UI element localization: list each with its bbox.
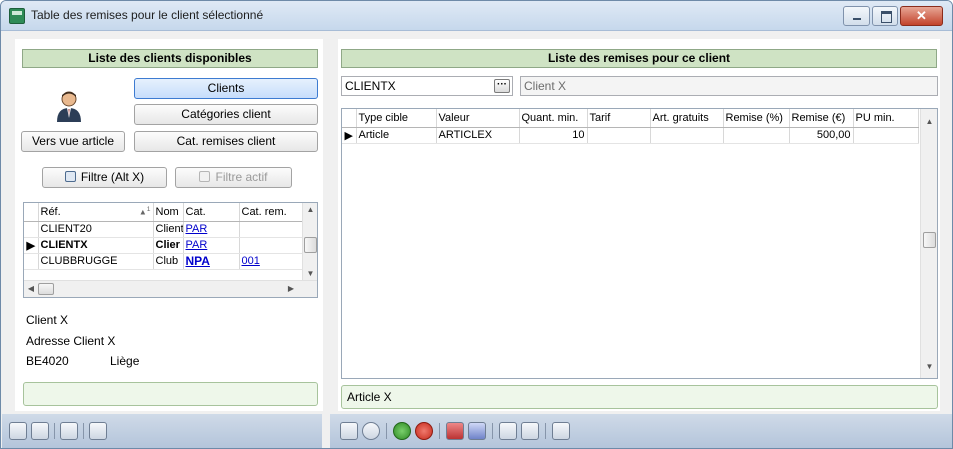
row-selector-header bbox=[24, 203, 39, 222]
toolbar-separator bbox=[545, 423, 546, 439]
cat-remises-client-button[interactable]: Cat. remises client bbox=[134, 131, 318, 152]
col-quant-min-header[interactable]: Quant. min. bbox=[519, 109, 588, 128]
toolbar-separator bbox=[492, 423, 493, 439]
delete-icon[interactable] bbox=[415, 422, 433, 440]
categories-client-button[interactable]: Catégories client bbox=[134, 104, 318, 125]
scroll-thumb[interactable] bbox=[304, 237, 317, 253]
refresh-icon[interactable] bbox=[362, 422, 380, 440]
scroll-up-icon[interactable]: ▲ bbox=[303, 205, 317, 214]
current-row-icon: ▶ bbox=[342, 127, 357, 144]
col-art-gratuits-header[interactable]: Art. gratuits bbox=[650, 109, 724, 128]
scroll-thumb[interactable] bbox=[923, 232, 936, 248]
clients-vertical-scrollbar[interactable]: ▲ ▼ bbox=[302, 203, 317, 280]
table-row[interactable]: CLUBBRUGGE Club NPA 001 bbox=[24, 253, 303, 270]
col-ref-header[interactable]: Réf. ▲1 bbox=[38, 203, 154, 222]
window-title: Table des remises pour le client sélecti… bbox=[31, 8, 264, 22]
toolbar-separator bbox=[83, 423, 84, 439]
vers-vue-article-button[interactable]: Vers vue article bbox=[21, 131, 125, 152]
pen-icon[interactable] bbox=[89, 422, 107, 440]
h-scroll-thumb[interactable] bbox=[38, 283, 54, 295]
copy-icon[interactable] bbox=[9, 422, 27, 440]
maximize-button[interactable] bbox=[872, 6, 898, 26]
clients-grid: Réf. ▲1 Nom Cat. Cat. rem. CLIENT20 Clien… bbox=[23, 202, 318, 298]
col-catrem-header[interactable]: Cat. rem. bbox=[239, 203, 303, 222]
filter-active-button: Filtre actif bbox=[175, 167, 292, 188]
col-valeur-header[interactable]: Valeur bbox=[436, 109, 520, 128]
scroll-left-icon[interactable]: ◀ bbox=[26, 284, 36, 293]
print-icon[interactable] bbox=[340, 422, 358, 440]
copy-icon[interactable] bbox=[499, 422, 517, 440]
filter-active-icon bbox=[199, 171, 211, 182]
toolbar-separator bbox=[54, 423, 55, 439]
clients-header: Liste des clients disponibles bbox=[22, 49, 318, 68]
lookup-ellipsis-icon[interactable]: ··· bbox=[494, 79, 510, 93]
arrow-down-icon[interactable] bbox=[552, 422, 570, 440]
sort-asc-icon: ▲1 bbox=[138, 205, 151, 217]
close-icon: ✕ bbox=[916, 8, 927, 23]
app-icon bbox=[9, 8, 25, 24]
category-link[interactable]: PAR bbox=[186, 239, 208, 251]
left-status-box bbox=[23, 382, 318, 406]
remises-header: Liste des remises pour ce client bbox=[341, 49, 937, 68]
remises-pane: Liste des remises pour ce client CLIENTX… bbox=[338, 39, 940, 411]
close-button[interactable]: ✕ bbox=[900, 6, 943, 26]
book-icon[interactable] bbox=[446, 422, 464, 440]
cat-remise-link[interactable]: 001 bbox=[242, 255, 260, 267]
main-window: Table des remises pour le client sélecti… bbox=[0, 0, 953, 449]
current-row-icon: ▶ bbox=[24, 237, 39, 254]
view-icon[interactable] bbox=[468, 422, 486, 440]
col-cat-header[interactable]: Cat. bbox=[183, 203, 240, 222]
client-address: Adresse Client X bbox=[26, 334, 116, 348]
remises-vertical-scrollbar[interactable]: ▲ ▼ bbox=[920, 109, 937, 378]
right-toolbar bbox=[330, 414, 952, 448]
left-toolbar bbox=[2, 414, 322, 448]
client-code-field[interactable]: CLIENTX ··· bbox=[341, 76, 513, 96]
filter-icon bbox=[64, 171, 76, 182]
clients-pane: Liste des clients disponibles Clients Ca… bbox=[15, 39, 323, 411]
filter-active-label: Filtre actif bbox=[215, 170, 268, 184]
toolbar-separator bbox=[386, 423, 387, 439]
right-status-box: Article X bbox=[341, 385, 938, 409]
minimize-button[interactable] bbox=[843, 6, 870, 26]
category-link[interactable]: PAR bbox=[186, 223, 208, 235]
col-type-cible-header[interactable]: Type cible bbox=[356, 109, 437, 128]
scroll-right-icon[interactable]: ▶ bbox=[286, 284, 296, 293]
col-pu-min-header[interactable]: PU min. bbox=[853, 109, 919, 128]
table-row-selected[interactable]: ▶ Article ARTICLEX 10 500,00 bbox=[342, 127, 919, 144]
filter-button[interactable]: Filtre (Alt X) bbox=[42, 167, 167, 188]
toolbar-separator bbox=[439, 423, 440, 439]
paste-icon[interactable] bbox=[521, 422, 539, 440]
user-avatar-icon bbox=[57, 91, 81, 122]
col-nom-header[interactable]: Nom bbox=[153, 203, 184, 222]
table-row-selected[interactable]: ▶ CLIENTX Clier PAR bbox=[24, 237, 303, 254]
title-bar: Table des remises pour le client sélecti… bbox=[1, 1, 952, 31]
col-remise-pct-header[interactable]: Remise (%) bbox=[723, 109, 790, 128]
col-tarif-header[interactable]: Tarif bbox=[587, 109, 651, 128]
client-name-field: Client X bbox=[520, 76, 938, 96]
scroll-up-icon[interactable]: ▲ bbox=[921, 117, 937, 126]
client-postal-code: BE4020 bbox=[26, 354, 69, 368]
clients-button[interactable]: Clients bbox=[134, 78, 318, 99]
scroll-down-icon[interactable]: ▼ bbox=[303, 269, 317, 278]
add-icon[interactable] bbox=[393, 422, 411, 440]
paste-icon[interactable] bbox=[31, 422, 49, 440]
client-name: Client X bbox=[26, 313, 69, 327]
clients-grid-header: Réf. ▲1 Nom Cat. Cat. rem. bbox=[24, 203, 303, 222]
remises-grid-header: Type cible Valeur Quant. min. Tarif Art.… bbox=[342, 109, 919, 128]
remises-grid: Type cible Valeur Quant. min. Tarif Art.… bbox=[341, 108, 938, 379]
col-remise-eur-header[interactable]: Remise (€) bbox=[789, 109, 854, 128]
pin-icon[interactable] bbox=[60, 422, 78, 440]
filter-button-label: Filtre (Alt X) bbox=[80, 170, 145, 184]
client-info-panel: Client X Adresse Client X BE4020 Liège bbox=[23, 303, 318, 375]
category-link[interactable]: NPA bbox=[186, 254, 210, 268]
scroll-down-icon[interactable]: ▼ bbox=[921, 362, 937, 371]
clients-horizontal-scrollbar[interactable]: ◀ ▶ bbox=[24, 280, 317, 297]
table-row[interactable]: CLIENT20 Client PAR bbox=[24, 221, 303, 238]
client-city: Liège bbox=[110, 354, 140, 368]
